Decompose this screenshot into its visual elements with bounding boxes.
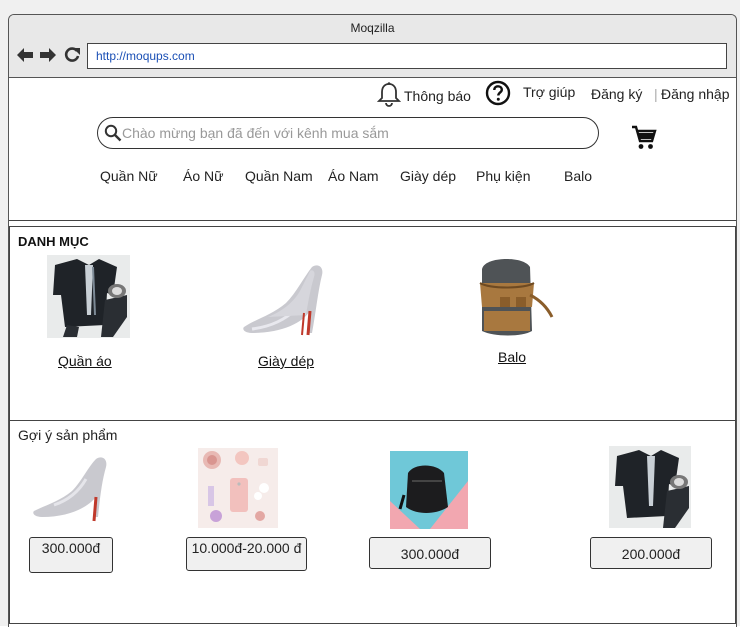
help-icon[interactable] <box>485 80 511 106</box>
category-backpack-image[interactable] <box>470 255 556 341</box>
menu-item-phu-kien[interactable]: Phụ kiện <box>476 168 530 184</box>
suggestions-panel: Gợi ý sản phẩm 300.000đ 10.000đ-20.000 đ… <box>9 420 736 624</box>
shopping-cart-icon[interactable] <box>631 125 657 151</box>
suggestions-heading: Gợi ý sản phẩm <box>18 427 118 443</box>
reload-icon[interactable] <box>62 45 82 65</box>
category-link-backpack[interactable]: Balo <box>498 349 526 365</box>
product-3-image[interactable] <box>390 451 468 529</box>
category-link-clothes[interactable]: Quần áo <box>58 353 112 369</box>
bell-icon[interactable] <box>377 81 401 107</box>
product-3-price[interactable]: 300.000đ <box>369 537 491 569</box>
backpack-icon <box>470 255 556 341</box>
notifications-link[interactable]: Thông báo <box>404 88 471 104</box>
register-link[interactable]: Đăng ký <box>591 86 642 102</box>
help-link[interactable]: Trợ giúp <box>523 84 575 100</box>
back-arrow-icon[interactable] <box>15 45 35 65</box>
clothes-icon <box>609 446 691 528</box>
browser-titlebar: Moqzilla http://moqups.com <box>9 15 736 78</box>
address-bar[interactable]: http://moqups.com <box>87 43 727 69</box>
category-heels-image[interactable] <box>238 257 330 343</box>
menu-item-quan-nam[interactable]: Quần Nam <box>245 168 313 184</box>
search-input[interactable]: Chào mừng bạn đã đến với kênh mua sắm <box>122 125 389 141</box>
header-divider <box>9 220 736 221</box>
high-heels-icon <box>30 451 112 527</box>
black-backpack-icon <box>390 451 468 529</box>
forward-arrow-icon[interactable] <box>38 45 58 65</box>
login-link[interactable]: Đăng nhập <box>661 86 730 102</box>
cosmetics-icon <box>198 448 278 528</box>
category-link-shoes[interactable]: Giày dép <box>258 353 314 369</box>
product-4-image[interactable] <box>609 446 691 528</box>
high-heels-icon <box>238 257 330 343</box>
header-separator: | <box>654 86 658 102</box>
category-clothes-image[interactable] <box>47 255 130 338</box>
product-1-price[interactable]: 300.000đ <box>29 537 113 573</box>
menu-item-quan-nu[interactable]: Quần Nữ <box>100 168 158 184</box>
categories-heading: DANH MỤC <box>18 234 89 249</box>
menu-item-giay-dep[interactable]: Giày dép <box>400 168 456 184</box>
search-bar[interactable]: Chào mừng bạn đã đến với kênh mua sắm <box>97 117 599 149</box>
menu-item-balo[interactable]: Balo <box>564 168 592 184</box>
window-title: Moqzilla <box>350 21 395 35</box>
product-1-image[interactable] <box>30 451 112 527</box>
browser-window: Moqzilla http://moqups.com Thông báo Trợ… <box>8 14 737 627</box>
categories-panel: DANH MỤC Quần áo Giày dép Balo <box>9 226 736 422</box>
product-4-price[interactable]: 200.000đ <box>590 537 712 569</box>
menu-item-ao-nu[interactable]: Áo Nữ <box>183 168 224 184</box>
product-2-price[interactable]: 10.000đ-20.000 đ <box>186 537 307 571</box>
search-icon[interactable] <box>104 124 122 142</box>
product-2-image[interactable] <box>198 448 278 528</box>
clothes-icon <box>47 255 130 338</box>
menu-item-ao-nam[interactable]: Áo Nam <box>328 168 379 184</box>
